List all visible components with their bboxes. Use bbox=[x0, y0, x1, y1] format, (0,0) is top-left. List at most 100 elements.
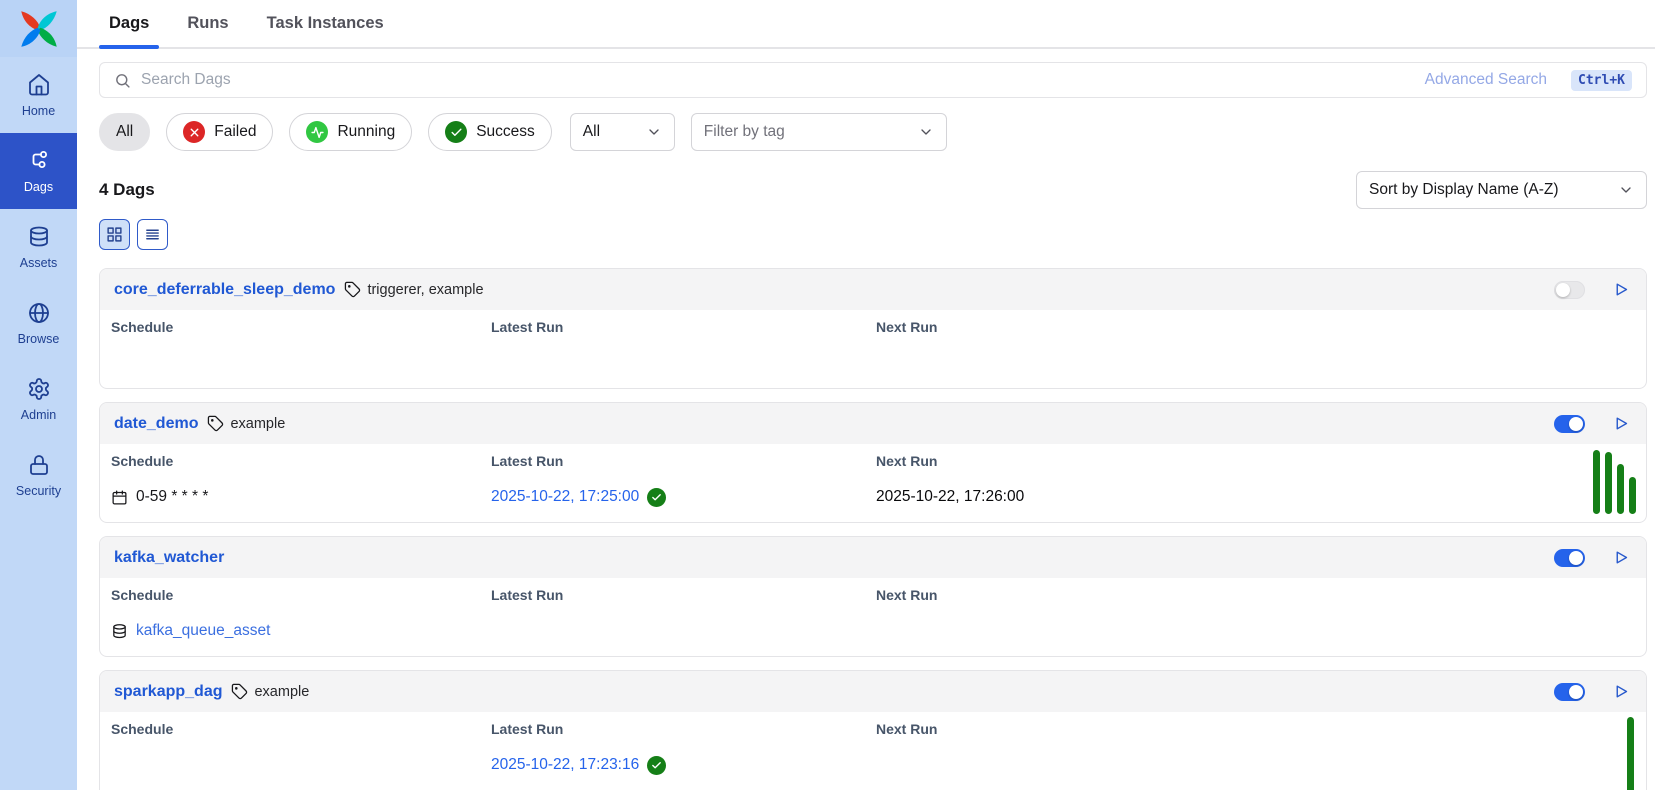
dag-pause-toggle[interactable] bbox=[1554, 549, 1585, 567]
sort-select[interactable]: Sort by Display Name (A-Z) bbox=[1356, 171, 1647, 209]
toggle-knob bbox=[1569, 685, 1583, 699]
sidebar-item-home[interactable]: Home bbox=[0, 57, 77, 133]
tab-task-instances[interactable]: Task Instances bbox=[265, 0, 386, 47]
dag-name-link[interactable]: core_deferrable_sleep_demo bbox=[114, 281, 335, 299]
tag-icon bbox=[207, 415, 224, 432]
sidebar-item-label: Browse bbox=[18, 332, 60, 346]
dag-count: 4 Dags bbox=[99, 180, 155, 200]
chip-running[interactable]: Running bbox=[289, 113, 412, 151]
run-bar[interactable] bbox=[1593, 450, 1600, 514]
dag-tags-label: example bbox=[230, 416, 285, 432]
tab-dags[interactable]: Dags bbox=[107, 0, 151, 47]
grid-view-icon bbox=[106, 226, 123, 243]
dag-tags-label: triggerer, example bbox=[367, 282, 483, 298]
card-view-button[interactable] bbox=[99, 219, 130, 250]
airflow-logo[interactable] bbox=[0, 0, 77, 57]
latest-run-value: 2025-10-22, 17:23:16 bbox=[491, 756, 876, 775]
gear-icon bbox=[27, 377, 51, 401]
dags-page: Advanced Search Ctrl+K All Failed bbox=[77, 49, 1655, 790]
trigger-dag-button[interactable] bbox=[1610, 279, 1632, 301]
sidebar-item-label: Admin bbox=[21, 408, 56, 422]
search-input[interactable] bbox=[141, 71, 1415, 89]
enabled-filter-select[interactable]: All bbox=[570, 113, 675, 151]
search-icon bbox=[114, 72, 131, 89]
asset-icon bbox=[111, 623, 128, 640]
list-view-icon bbox=[144, 226, 161, 243]
dag-pause-toggle[interactable] bbox=[1554, 415, 1585, 433]
dag-pause-toggle[interactable] bbox=[1554, 281, 1585, 299]
dag-card-header: core_deferrable_sleep_demo triggerer, ex… bbox=[100, 269, 1646, 310]
schedule-value: kafka_queue_asset bbox=[111, 622, 491, 640]
run-bar[interactable] bbox=[1627, 717, 1634, 790]
chip-failed[interactable]: Failed bbox=[166, 113, 273, 151]
run-success-badge bbox=[647, 488, 666, 507]
chip-label: Running bbox=[337, 123, 395, 141]
latest-run-column-label: Latest Run bbox=[491, 721, 876, 737]
main-area: Dags Runs Task Instances Advanced Search… bbox=[77, 0, 1655, 790]
chip-success[interactable]: Success bbox=[428, 113, 552, 151]
dag-name-link[interactable]: kafka_watcher bbox=[114, 549, 224, 567]
chip-all-states[interactable]: All bbox=[99, 113, 150, 151]
run-bar[interactable] bbox=[1629, 477, 1636, 514]
dag-card-body: Schedule Latest Run Next Run 2025-10-22,… bbox=[100, 712, 1646, 790]
tab-runs[interactable]: Runs bbox=[185, 0, 230, 47]
toggle-knob bbox=[1569, 551, 1583, 565]
dag-card-body: Schedule Latest Run Next Run bbox=[100, 310, 1646, 388]
trigger-dag-button[interactable] bbox=[1610, 547, 1632, 569]
running-state-icon bbox=[306, 121, 328, 143]
next-run-value: 2025-10-22, 17:26:00 bbox=[876, 488, 1632, 506]
schedule-value: 0-59 * * * * bbox=[111, 488, 491, 506]
sidebar-item-admin[interactable]: Admin bbox=[0, 361, 77, 437]
latest-run-link[interactable]: 2025-10-22, 17:25:00 bbox=[491, 488, 639, 506]
dags-icon bbox=[27, 149, 51, 173]
recent-runs-bar-chart[interactable] bbox=[1593, 450, 1636, 514]
dag-name-link[interactable]: sparkapp_dag bbox=[114, 683, 222, 701]
failed-state-icon bbox=[183, 121, 205, 143]
dag-card-list: core_deferrable_sleep_demo triggerer, ex… bbox=[99, 268, 1647, 790]
enabled-filter-value: All bbox=[583, 123, 600, 141]
tag-filter-placeholder: Filter by tag bbox=[704, 123, 785, 141]
browse-icon bbox=[27, 301, 51, 325]
sidebar-item-security[interactable]: Security bbox=[0, 437, 77, 513]
lock-icon bbox=[27, 453, 51, 477]
schedule-column-label: Schedule bbox=[111, 721, 491, 737]
sidebar-item-assets[interactable]: Assets bbox=[0, 209, 77, 285]
schedule-column-label: Schedule bbox=[111, 587, 491, 603]
table-view-button[interactable] bbox=[137, 219, 168, 250]
next-run-column-label: Next Run bbox=[876, 587, 1632, 603]
dag-card-header: kafka_watcher bbox=[100, 537, 1646, 578]
asset-schedule-link[interactable]: kafka_queue_asset bbox=[136, 622, 270, 640]
dag-name-link[interactable]: date_demo bbox=[114, 415, 198, 433]
sidebar-item-browse[interactable]: Browse bbox=[0, 285, 77, 361]
dag-card-header: date_demo example bbox=[100, 403, 1646, 444]
run-bar[interactable] bbox=[1617, 464, 1624, 514]
dag-pause-toggle[interactable] bbox=[1554, 683, 1585, 701]
home-icon bbox=[27, 73, 51, 97]
search-field[interactable]: Advanced Search Ctrl+K bbox=[99, 62, 1647, 98]
airflow-pinwheel-icon bbox=[18, 8, 60, 50]
dag-tags: triggerer, example bbox=[344, 281, 483, 298]
tag-filter-select[interactable]: Filter by tag bbox=[691, 113, 947, 151]
dag-tags-label: example bbox=[254, 684, 309, 700]
recent-runs-bar-chart[interactable] bbox=[1627, 717, 1634, 790]
play-icon bbox=[1613, 281, 1630, 298]
latest-run-value: 2025-10-22, 17:25:00 bbox=[491, 488, 876, 507]
dag-card-kafka-watcher: kafka_watcher Schedule Latest Run Next R… bbox=[99, 536, 1647, 657]
sidebar-item-label: Home bbox=[22, 104, 55, 118]
schedule-column-label: Schedule bbox=[111, 319, 491, 335]
tag-icon bbox=[231, 683, 248, 700]
dag-card-sparkapp-dag: sparkapp_dag example Schedule bbox=[99, 670, 1647, 790]
advanced-search-link[interactable]: Advanced Search bbox=[1425, 71, 1547, 89]
latest-run-column-label: Latest Run bbox=[491, 453, 876, 469]
sidebar-item-dags[interactable]: Dags bbox=[0, 133, 77, 209]
trigger-dag-button[interactable] bbox=[1610, 413, 1632, 435]
latest-run-link[interactable]: 2025-10-22, 17:23:16 bbox=[491, 756, 639, 774]
play-icon bbox=[1613, 415, 1630, 432]
chip-label: Success bbox=[476, 123, 535, 141]
trigger-dag-button[interactable] bbox=[1610, 681, 1632, 703]
run-bar[interactable] bbox=[1605, 452, 1612, 514]
dag-tags: example bbox=[231, 683, 309, 700]
sidebar-item-label: Security bbox=[16, 484, 61, 498]
top-tabbar: Dags Runs Task Instances bbox=[77, 0, 1655, 49]
chevron-down-icon bbox=[646, 124, 662, 140]
